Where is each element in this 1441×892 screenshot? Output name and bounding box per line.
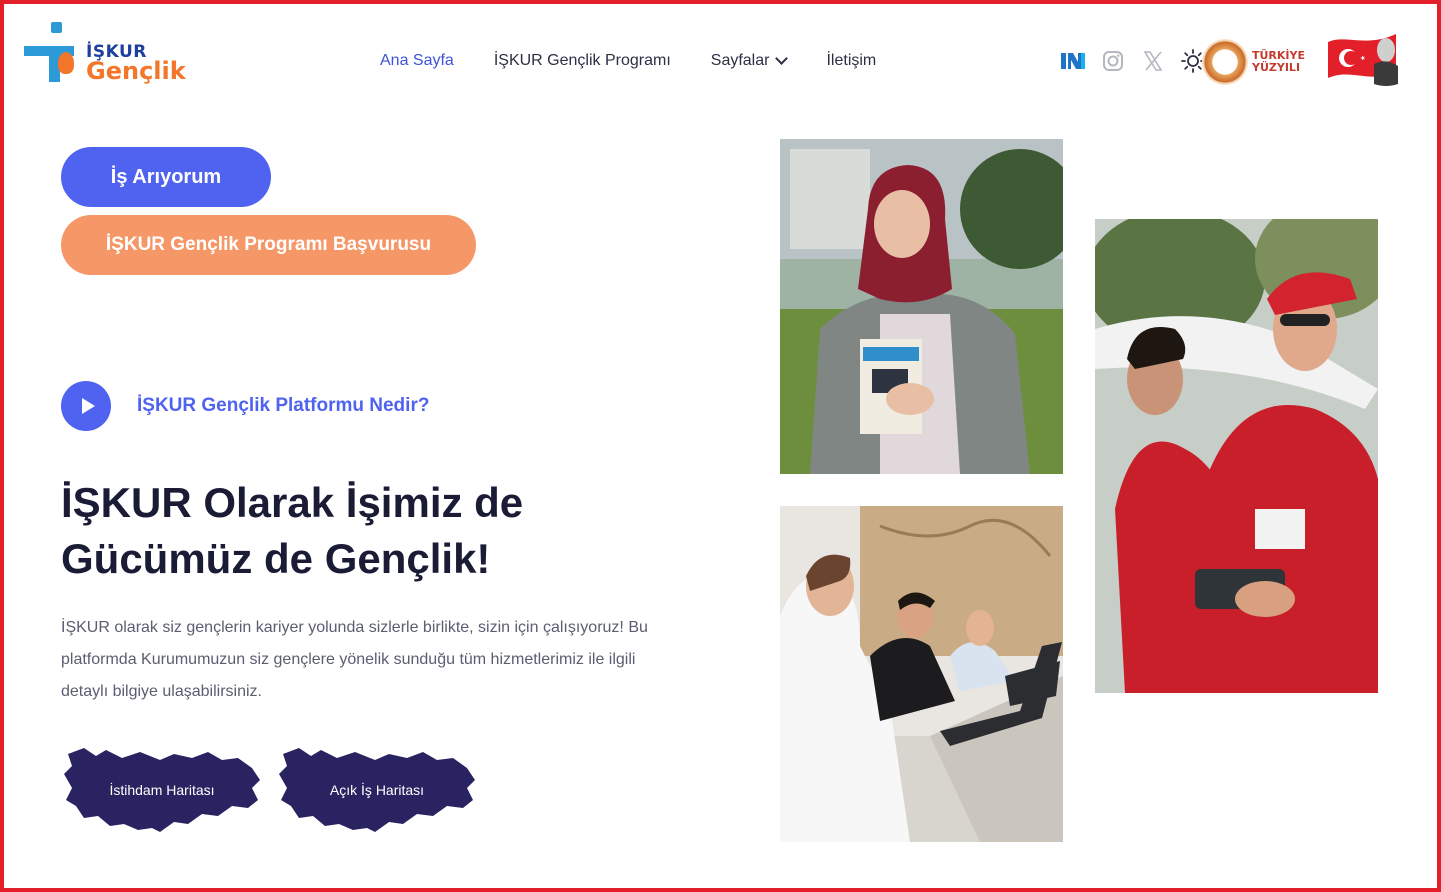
turkiye-yuzyili-badge[interactable]: TÜRKİYE YÜZYILI xyxy=(1202,36,1312,88)
nav-youth-program[interactable]: İŞKUR Gençlik Programı xyxy=(494,52,671,70)
century-emblem-icon xyxy=(1202,39,1248,85)
hero-description: İŞKUR olarak siz gençlerin kariyer yolun… xyxy=(61,619,648,700)
nsosyal-icon[interactable] xyxy=(1060,48,1086,74)
photo-office-workers xyxy=(780,506,1063,842)
logo-mark-icon xyxy=(24,22,84,84)
nav-pages-dropdown[interactable]: Sayfalar xyxy=(711,52,789,70)
job-search-button[interactable]: İş Arıyorum xyxy=(61,147,271,207)
iskur-genclik-logo[interactable]: İŞKUR Gençlik xyxy=(24,18,189,88)
header-icons xyxy=(1060,48,1206,74)
youth-program-apply-button[interactable]: İŞKUR Gençlik Programı Başvurusu xyxy=(61,215,476,275)
open-jobs-map-label: Açık İş Haritası xyxy=(329,782,425,798)
video-link-label: İŞKUR Gençlik Platformu Nedir? xyxy=(137,395,430,416)
turkish-flag-icon xyxy=(1326,28,1404,90)
photo-drone-team xyxy=(1095,219,1378,693)
nav-contact[interactable]: İletişim xyxy=(826,52,876,70)
chevron-down-icon xyxy=(775,52,789,65)
hero-title: İŞKUR Olarak İşimiz de Gücümüz de Gençli… xyxy=(61,479,524,582)
play-icon[interactable] xyxy=(61,381,111,431)
platform-video-link[interactable]: İŞKUR Gençlik Platformu Nedir? xyxy=(61,381,429,431)
nav-home[interactable]: Ana Sayfa xyxy=(380,52,454,70)
photo-student-with-book xyxy=(780,139,1063,474)
open-jobs-map-button[interactable]: Açık İş Haritası xyxy=(277,744,477,836)
main-nav: Ana Sayfa İŞKUR Gençlik Programı Sayfala… xyxy=(380,52,876,70)
badge-line2: YÜZYILI xyxy=(1252,61,1301,74)
instagram-icon[interactable] xyxy=(1100,48,1126,74)
x-icon[interactable] xyxy=(1140,48,1166,74)
logo-line2: Gençlik xyxy=(86,57,186,85)
employment-map-label: İstihdam Haritası xyxy=(109,782,215,798)
employment-map-button[interactable]: İstihdam Haritası xyxy=(62,744,262,836)
